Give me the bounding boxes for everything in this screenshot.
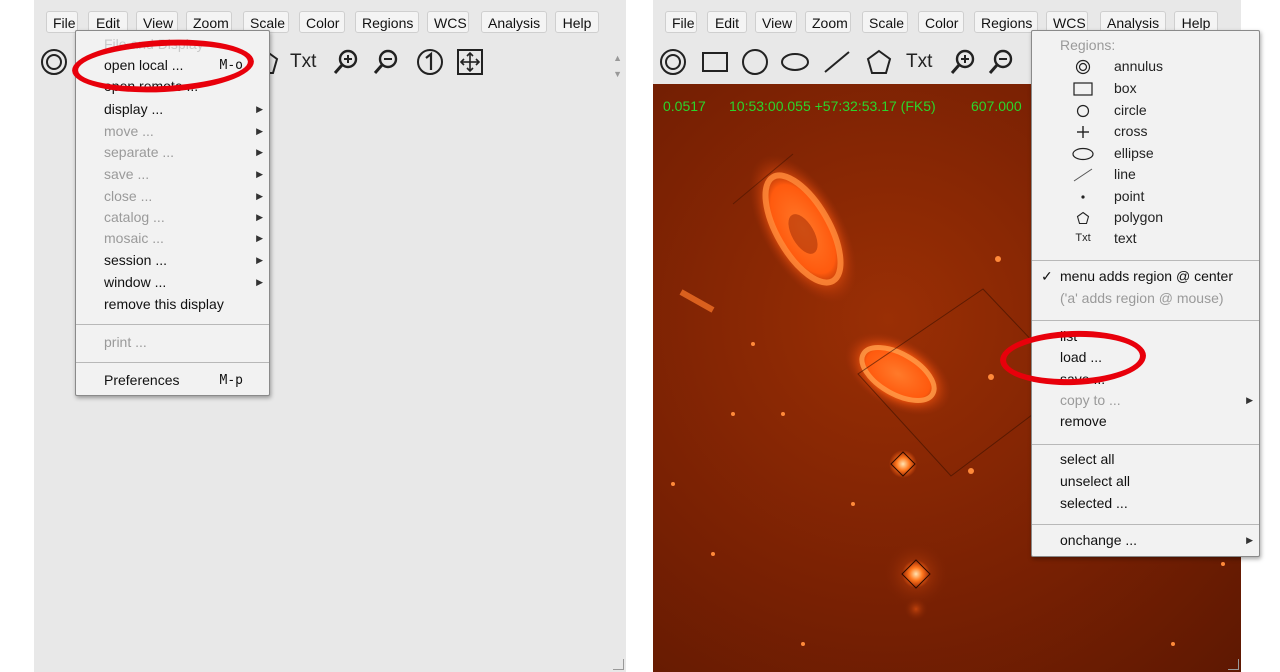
zoom-out-icon[interactable]: [372, 48, 400, 76]
text-tool-icon[interactable]: Txt: [290, 51, 316, 73]
regions-selected-item[interactable]: selected ...: [1032, 493, 1259, 514]
polygon-tool-icon[interactable]: [865, 48, 893, 76]
wcs-coords-readout: 10:53:00.055 +57:32:53.17 (FK5): [729, 98, 936, 114]
menu-separator: [76, 362, 269, 363]
resize-grip[interactable]: [1228, 659, 1239, 670]
circle-tool-icon[interactable]: [741, 48, 769, 76]
catalog-item[interactable]: catalog ... ▶: [76, 207, 269, 228]
point-icon: [1072, 186, 1094, 207]
regions-unselect-all-item[interactable]: unselect all: [1032, 471, 1259, 492]
polygon-icon: [1072, 207, 1094, 228]
annulus-tool-icon[interactable]: [40, 48, 68, 76]
menu-wcs[interactable]: WCS: [427, 11, 469, 33]
menu-regions[interactable]: Regions: [355, 11, 419, 33]
circle-icon: [1072, 100, 1094, 121]
menu-file[interactable]: File: [46, 11, 78, 33]
display-item[interactable]: display ... ▶: [76, 99, 269, 120]
annulus-tool-icon[interactable]: [659, 48, 687, 76]
close-item[interactable]: close ... ▶: [76, 186, 269, 207]
ellipse-icon: [1072, 143, 1094, 164]
region-text-item[interactable]: Txt text: [1032, 228, 1259, 249]
zoom-in-icon[interactable]: [332, 48, 360, 76]
menu-adds-center-toggle[interactable]: ✓ menu adds region @ center: [1032, 266, 1259, 287]
mouse-adds-hint: ('a' adds region @ mouse): [1060, 290, 1224, 306]
check-mark-icon: ✓: [1041, 268, 1053, 284]
move-item[interactable]: move ... ▶: [76, 121, 269, 142]
region-polygon-item[interactable]: polygon: [1032, 207, 1259, 228]
line-icon: [1072, 164, 1094, 185]
remove-display-item[interactable]: remove this display: [76, 294, 269, 315]
window-item[interactable]: window ... ▶: [76, 272, 269, 293]
menu-zoom[interactable]: Zoom: [805, 11, 851, 33]
menu-scale[interactable]: Scale: [862, 11, 908, 33]
regions-onchange-item[interactable]: onchange ... ▶: [1032, 530, 1259, 551]
zoom-in-icon[interactable]: [949, 48, 977, 76]
image-coord-readout: 607.000: [971, 98, 1022, 114]
menu-view[interactable]: View: [755, 11, 797, 33]
zoom-one-icon[interactable]: [416, 48, 444, 76]
menu-analysis[interactable]: Analysis: [481, 11, 547, 33]
menu-separator: [76, 324, 269, 325]
zoom-fit-icon[interactable]: [456, 48, 484, 76]
session-item[interactable]: session ... ▶: [76, 250, 269, 271]
text-icon: Txt: [1075, 232, 1091, 244]
toolbar-scroll[interactable]: ▲ ▼: [613, 50, 622, 82]
menu-color[interactable]: Color: [299, 11, 345, 33]
region-cross-item[interactable]: cross: [1032, 121, 1259, 142]
box-tool-icon[interactable]: [701, 48, 729, 76]
separate-item[interactable]: separate ... ▶: [76, 142, 269, 163]
annulus-icon: [1072, 56, 1094, 77]
menu-file[interactable]: File: [665, 11, 697, 33]
text-tool-icon[interactable]: Txt: [906, 51, 932, 73]
menu-separator: [1032, 260, 1259, 261]
print-item[interactable]: print ...: [76, 332, 269, 353]
line-tool-icon[interactable]: [823, 48, 851, 76]
region-point-item[interactable]: point: [1032, 186, 1259, 207]
regions-remove-item[interactable]: remove: [1032, 411, 1259, 432]
regions-menu: Regions: annulus box circle cross ellips…: [1031, 30, 1260, 557]
region-circle-item[interactable]: circle: [1032, 100, 1259, 121]
cross-icon: [1072, 121, 1094, 142]
menu-separator: [1032, 320, 1259, 321]
menu-help[interactable]: Help: [555, 11, 599, 33]
menu-separator: [1032, 524, 1259, 525]
regions-copy-to-item[interactable]: copy to ... ▶: [1032, 390, 1259, 411]
menu-color[interactable]: Color: [918, 11, 964, 33]
region-box-item[interactable]: box: [1032, 78, 1259, 99]
zoom-out-icon[interactable]: [987, 48, 1015, 76]
regions-menu-header: Regions:: [1060, 37, 1116, 53]
menu-regions[interactable]: Regions: [974, 11, 1038, 33]
region-line-item[interactable]: line: [1032, 164, 1259, 185]
regions-select-all-item[interactable]: select all: [1032, 449, 1259, 470]
region-annulus-item[interactable]: annulus: [1032, 56, 1259, 77]
save-item[interactable]: save ... ▶: [76, 164, 269, 185]
region-ellipse-item[interactable]: ellipse: [1032, 143, 1259, 164]
ellipse-tool-icon[interactable]: [781, 48, 809, 76]
mosaic-item[interactable]: mosaic ... ▶: [76, 228, 269, 249]
box-icon: [1072, 78, 1094, 99]
menu-edit[interactable]: Edit: [707, 11, 747, 33]
resize-grip[interactable]: [613, 659, 624, 670]
menu-separator: [1032, 444, 1259, 445]
pixel-value-readout: 0.0517: [663, 98, 706, 114]
preferences-item[interactable]: Preferences M-p: [76, 370, 269, 391]
